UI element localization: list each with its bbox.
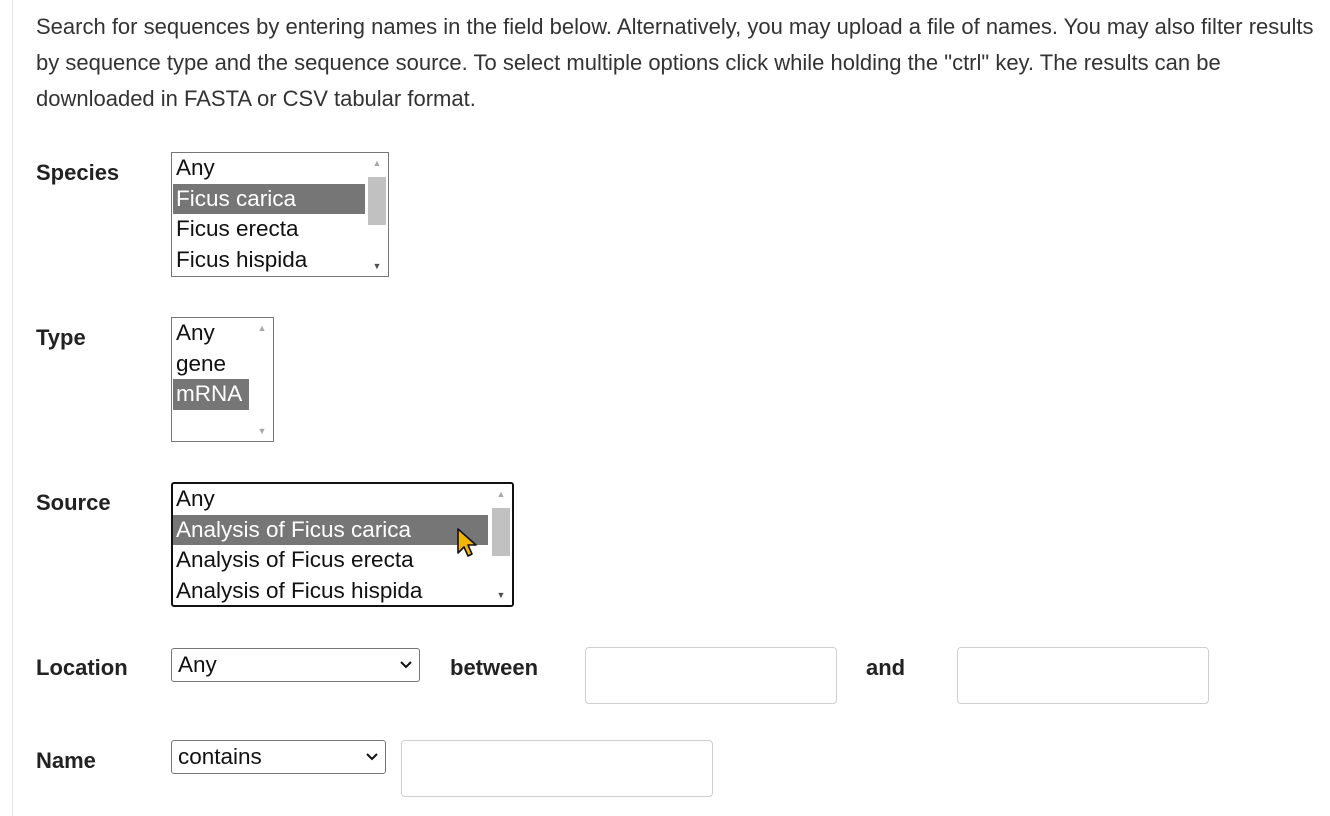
species-scrollbar[interactable]: ▲ ▼ [366, 153, 388, 276]
species-scroll-thumb[interactable] [368, 177, 386, 225]
type-option-selected[interactable]: mRNA [173, 379, 249, 410]
source-option[interactable]: Analysis of Ficus hispida [173, 576, 488, 606]
species-label: Species [36, 160, 120, 185]
name-input[interactable] [401, 740, 713, 797]
species-option[interactable]: Ficus erecta [173, 214, 365, 245]
triangle-down-icon[interactable]: ▼ [251, 421, 273, 441]
name-match-select[interactable]: contains [171, 740, 386, 774]
and-label: and [866, 655, 906, 680]
triangle-down-icon[interactable]: ▼ [490, 585, 512, 605]
species-option[interactable]: Ficus hispida [173, 245, 365, 276]
source-option[interactable]: Any [173, 484, 488, 515]
location-end-input[interactable] [957, 647, 1209, 704]
species-option-selected[interactable]: Ficus carica [173, 183, 365, 214]
triangle-up-icon[interactable]: ▲ [490, 484, 512, 504]
intro-paragraph: Search for sequences by entering names i… [36, 14, 1314, 111]
species-listbox[interactable]: Any Ficus carica Ficus erecta Ficus hisp… [171, 152, 389, 277]
content-left-border [12, 0, 13, 816]
chevron-down-icon [400, 661, 412, 669]
location-select[interactable]: Any [171, 648, 420, 682]
source-option-selected[interactable]: Analysis of Ficus carica [173, 514, 488, 545]
chevron-down-icon [366, 753, 378, 761]
type-scrollbar[interactable]: ▲ ▼ [251, 318, 273, 441]
mouse-pointer-icon [457, 528, 477, 557]
name-match-select-value: contains [178, 744, 262, 769]
location-label: Location [36, 655, 128, 680]
source-label: Source [36, 490, 111, 515]
source-scrollbar[interactable]: ▲ ▼ [490, 484, 512, 605]
type-label: Type [36, 325, 86, 350]
between-label: between [450, 655, 539, 680]
source-option[interactable]: Analysis of Ficus erecta [173, 545, 488, 576]
triangle-up-icon[interactable]: ▲ [366, 153, 388, 173]
source-scroll-thumb[interactable] [492, 508, 510, 556]
triangle-down-icon[interactable]: ▼ [366, 256, 388, 276]
location-start-input[interactable] [585, 647, 837, 704]
type-listbox[interactable]: Any gene mRNA ▲ ▼ [171, 317, 274, 442]
triangle-up-icon[interactable]: ▲ [251, 318, 273, 338]
location-select-value: Any [178, 652, 217, 677]
name-label: Name [36, 748, 96, 773]
type-option[interactable]: Any [173, 318, 249, 349]
type-option[interactable]: gene [173, 349, 249, 380]
species-option[interactable]: Any [173, 153, 365, 184]
